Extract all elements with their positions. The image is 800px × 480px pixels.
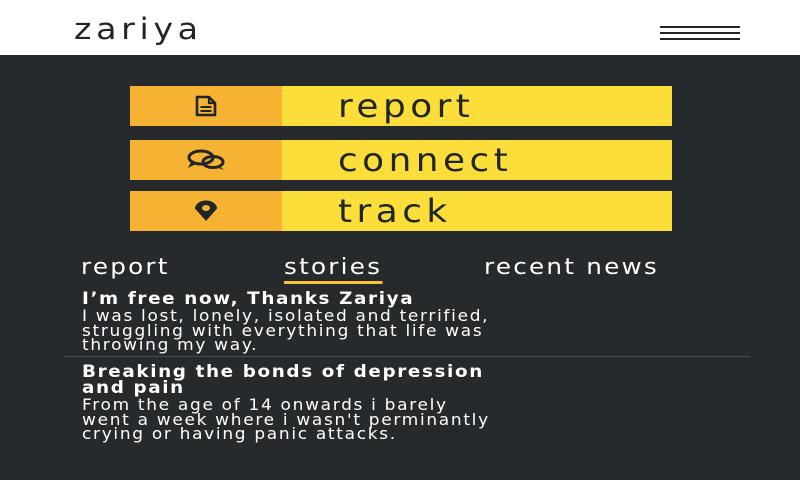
report-button[interactable]: report — [130, 86, 672, 126]
tab-recent-news[interactable]: recent news — [484, 255, 659, 281]
tab-stories[interactable]: stories — [284, 255, 382, 284]
report-icon-box — [130, 86, 282, 126]
app-header: zariya — [0, 0, 800, 55]
location-pin-icon — [195, 200, 217, 221]
connect-icon-box — [130, 140, 282, 180]
story-item[interactable]: Breaking the bonds of depression and pai… — [82, 364, 742, 442]
track-label: track — [338, 192, 452, 230]
story-divider — [64, 356, 750, 357]
tab-bar: report stories recent news — [0, 255, 800, 284]
tab-report[interactable]: report — [81, 255, 170, 281]
story-excerpt: From the age of 14 onwards i barely went… — [82, 395, 490, 443]
story-excerpt: I was lost, lonely, isolated and terrifi… — [82, 306, 490, 354]
story-item[interactable]: I’m free now, Thanks Zariya I was lost, … — [82, 291, 742, 353]
main-content: report connect track report stories rece… — [0, 55, 800, 480]
document-icon — [195, 95, 217, 117]
story-title: Breaking the bonds of depression and pai… — [82, 362, 484, 398]
report-label: report — [338, 87, 475, 125]
track-icon-box — [130, 191, 282, 231]
app-logo: zariya — [74, 12, 203, 46]
story-title: I’m free now, Thanks Zariya — [82, 289, 415, 309]
connect-button[interactable]: connect — [130, 140, 672, 180]
connect-label: connect — [338, 141, 513, 179]
chat-bubbles-icon — [187, 149, 225, 170]
hamburger-menu-icon[interactable] — [660, 24, 740, 42]
track-button[interactable]: track — [130, 191, 672, 231]
